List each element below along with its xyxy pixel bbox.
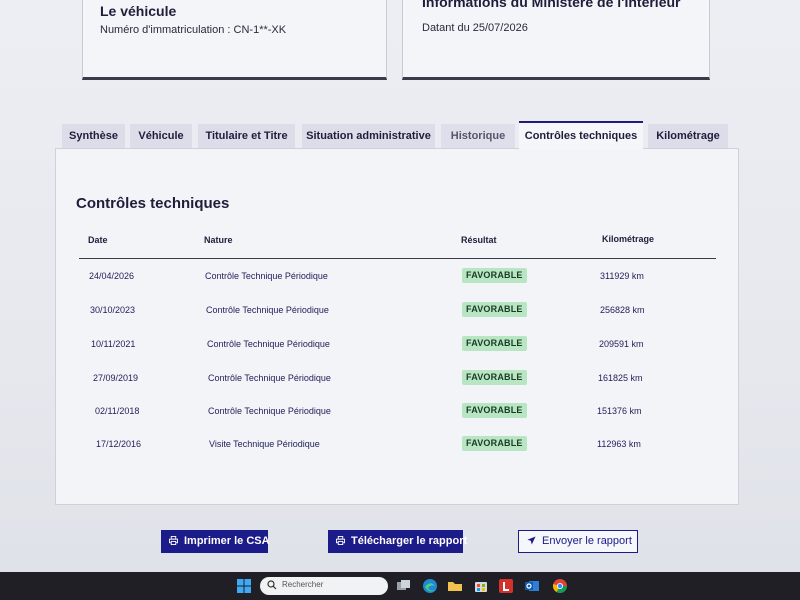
column-mileage: Kilométrage bbox=[602, 234, 655, 244]
row-date: 30/10/2023 bbox=[90, 305, 136, 315]
tab-historique[interactable]: Historique bbox=[441, 124, 515, 148]
outlook-icon[interactable] bbox=[524, 578, 540, 594]
controles-panel: Contrôles techniques Date Nature Résulta… bbox=[55, 148, 739, 505]
table-row: 10/11/2021 Contrôle Technique Périodique… bbox=[56, 336, 738, 354]
table-row: 02/11/2018 Contrôle Technique Périodique… bbox=[56, 403, 738, 421]
row-date: 10/11/2021 bbox=[91, 339, 136, 349]
tab-synthese[interactable]: Synthèse bbox=[62, 124, 125, 148]
tab-controles-techniques[interactable]: Contrôles techniques bbox=[519, 121, 643, 149]
row-nature: Contrôle Technique Périodique bbox=[208, 373, 331, 383]
row-mileage: 151376 km bbox=[597, 406, 642, 416]
edge-icon[interactable] bbox=[422, 578, 438, 594]
row-date: 27/09/2019 bbox=[93, 373, 139, 383]
screen: Le véhicule Numéro d'immatriculation : C… bbox=[0, 0, 800, 600]
column-result: Résultat bbox=[461, 235, 497, 245]
result-badge: FAVORABLE bbox=[462, 403, 527, 418]
ministry-card: Informations du Ministère de l'Intérieur… bbox=[402, 0, 710, 80]
result-badge: FAVORABLE bbox=[462, 302, 527, 317]
taskbar-search[interactable]: Rechercher bbox=[260, 577, 388, 595]
result-badge: FAVORABLE bbox=[462, 336, 527, 351]
column-nature: Nature bbox=[204, 235, 233, 245]
download-report-label: Télécharger le rapport bbox=[351, 535, 468, 547]
folder-icon[interactable] bbox=[447, 578, 463, 594]
table-row: 17/12/2016 Visite Technique Périodique F… bbox=[56, 436, 738, 454]
panel-title: Contrôles techniques bbox=[76, 195, 230, 212]
result-badge: FAVORABLE bbox=[462, 268, 527, 283]
result-badge: FAVORABLE bbox=[462, 436, 527, 451]
registration-number: Numéro d'immatriculation : CN-1**-XK bbox=[100, 24, 287, 36]
row-nature: Contrôle Technique Périodique bbox=[208, 406, 331, 416]
search-icon bbox=[267, 580, 277, 590]
tab-vehicule[interactable]: Véhicule bbox=[130, 124, 192, 148]
row-date: 24/04/2026 bbox=[89, 271, 135, 281]
vehicle-card: Le véhicule Numéro d'immatriculation : C… bbox=[82, 0, 387, 80]
tab-kilometrage[interactable]: Kilométrage bbox=[648, 124, 728, 148]
row-mileage: 161825 km bbox=[598, 373, 643, 383]
table-row: 24/04/2026 Contrôle Technique Périodique… bbox=[56, 268, 738, 286]
table-row: 27/09/2019 Contrôle Technique Périodique… bbox=[56, 370, 738, 388]
row-date: 17/12/2016 bbox=[96, 439, 142, 449]
row-date: 02/11/2018 bbox=[95, 406, 140, 416]
row-mileage: 311929 km bbox=[600, 271, 644, 281]
column-date: Date bbox=[88, 235, 108, 245]
download-report-button[interactable]: Télécharger le rapport bbox=[328, 530, 467, 553]
ministry-card-title: Informations du Ministère de l'Intérieur bbox=[422, 0, 681, 10]
windows-start-icon[interactable] bbox=[236, 578, 252, 594]
taskbar-search-placeholder: Rechercher bbox=[282, 580, 324, 589]
row-nature: Contrôle Technique Périodique bbox=[205, 271, 328, 281]
row-mileage: 256828 km bbox=[600, 305, 645, 315]
task-view-icon[interactable] bbox=[396, 578, 412, 594]
send-report-label: Envoyer le rapport bbox=[542, 535, 632, 547]
row-nature: Contrôle Technique Périodique bbox=[207, 339, 330, 349]
vehicle-card-title: Le véhicule bbox=[100, 3, 177, 19]
row-mileage: 209591 km bbox=[599, 339, 644, 349]
row-mileage: 112963 km bbox=[597, 439, 641, 449]
print-csa-label: Imprimer le CSA bbox=[184, 535, 270, 547]
printer-icon bbox=[169, 535, 178, 545]
chrome-icon[interactable] bbox=[552, 578, 568, 594]
result-badge: FAVORABLE bbox=[462, 370, 527, 385]
taskbar: Rechercher bbox=[0, 572, 800, 600]
tab-situation-administrative[interactable]: Situation administrative bbox=[302, 124, 435, 148]
ministry-date: Datant du 25/07/2026 bbox=[422, 22, 528, 34]
app-l-icon[interactable] bbox=[498, 578, 514, 594]
table-header-divider bbox=[79, 258, 716, 259]
row-nature: Visite Technique Périodique bbox=[209, 439, 320, 449]
printer-icon bbox=[336, 535, 345, 545]
print-csa-button[interactable]: Imprimer le CSA bbox=[161, 530, 270, 553]
row-nature: Contrôle Technique Périodique bbox=[206, 305, 329, 315]
send-icon bbox=[527, 536, 536, 545]
tab-titulaire[interactable]: Titulaire et Titre bbox=[198, 124, 295, 148]
store-icon[interactable] bbox=[473, 578, 489, 594]
table-row: 30/10/2023 Contrôle Technique Périodique… bbox=[56, 302, 738, 320]
send-report-button[interactable]: Envoyer le rapport bbox=[518, 530, 638, 553]
